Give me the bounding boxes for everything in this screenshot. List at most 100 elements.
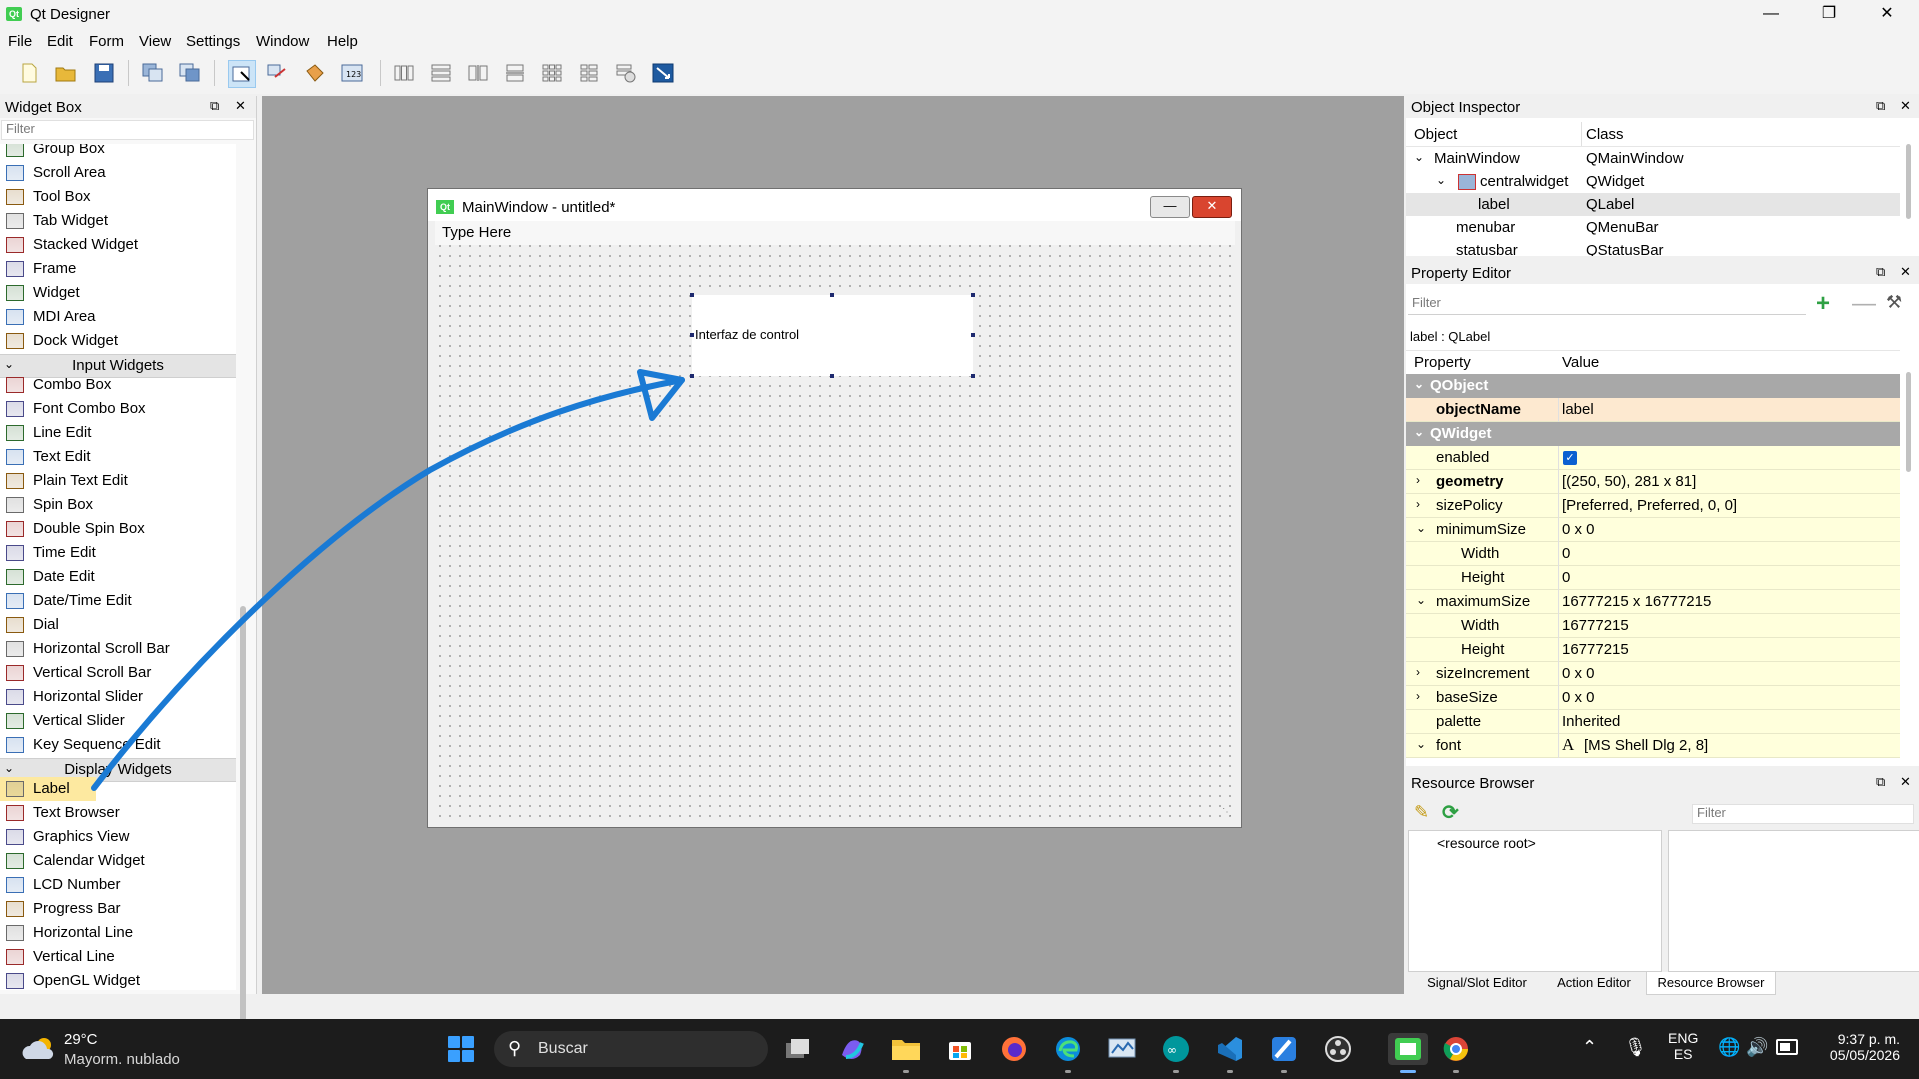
monitor-app-icon[interactable] bbox=[1106, 1033, 1138, 1065]
task-view-icon[interactable] bbox=[782, 1033, 814, 1065]
object-tree-row[interactable]: menubar QMenuBar bbox=[1406, 216, 1900, 239]
configure-wrench-icon[interactable]: ⚒ bbox=[1886, 292, 1902, 313]
obs-icon[interactable] bbox=[1322, 1033, 1354, 1065]
menu-form[interactable]: Form bbox=[89, 33, 124, 50]
resource-file-list[interactable] bbox=[1668, 830, 1919, 972]
widget-box-item[interactable]: Widget bbox=[0, 281, 236, 305]
chevron-down-icon[interactable]: ⌄ bbox=[1416, 593, 1426, 607]
edit-tab-order-icon[interactable]: 123 bbox=[339, 60, 365, 86]
widget-box-item[interactable]: Date Edit bbox=[0, 565, 236, 589]
resize-handle[interactable] bbox=[830, 293, 834, 297]
chevron-down-icon[interactable]: ⌄ bbox=[1414, 150, 1424, 164]
widget-box-item[interactable]: MDI Area bbox=[0, 305, 236, 329]
property-row[interactable]: ⌄ minimumSize 0 x 0 bbox=[1406, 518, 1900, 542]
property-row[interactable]: palette Inherited bbox=[1406, 710, 1900, 734]
bring-to-front-icon[interactable] bbox=[177, 60, 203, 86]
widget-box-item[interactable]: Vertical Slider bbox=[0, 709, 236, 733]
new-file-icon[interactable] bbox=[16, 60, 42, 86]
layout-form-icon[interactable] bbox=[576, 60, 602, 86]
property-row[interactable]: › sizePolicy [Preferred, Preferred, 0, 0] bbox=[1406, 494, 1900, 518]
taskbar-search-box[interactable]: ⚲ Buscar bbox=[494, 1031, 768, 1067]
vscode-icon[interactable] bbox=[1214, 1033, 1246, 1073]
widget-box-item[interactable]: Text Browser bbox=[0, 801, 236, 825]
widget-box-filter-input[interactable]: Filter bbox=[1, 120, 254, 140]
widget-box-item[interactable]: Plain Text Edit bbox=[0, 469, 236, 493]
close-icon[interactable]: ✕ bbox=[1900, 774, 1911, 790]
widget-box-item[interactable]: Label bbox=[0, 777, 96, 801]
edge-icon[interactable] bbox=[1052, 1033, 1084, 1073]
firefox-icon[interactable] bbox=[998, 1033, 1030, 1065]
object-tree-row[interactable]: statusbar QStatusBar bbox=[1406, 239, 1900, 256]
resource-root-item[interactable]: <resource root> bbox=[1437, 835, 1536, 851]
property-row[interactable]: › baseSize 0 x 0 bbox=[1406, 686, 1900, 710]
network-globe-icon[interactable]: 🌐 bbox=[1718, 1037, 1740, 1058]
property-filter-input[interactable]: Filter bbox=[1408, 295, 1806, 315]
volume-speaker-icon[interactable]: 🔊 bbox=[1746, 1037, 1768, 1058]
copilot-icon[interactable] bbox=[836, 1033, 868, 1065]
qt-designer-taskbar-icon[interactable] bbox=[1388, 1033, 1428, 1073]
widget-box-item[interactable]: Font Combo Box bbox=[0, 397, 236, 421]
menu-view[interactable]: View bbox=[139, 33, 171, 50]
property-value[interactable]: 0 x 0 bbox=[1562, 689, 1595, 706]
column-header-class[interactable]: Class bbox=[1586, 126, 1624, 143]
chevron-right-icon[interactable]: › bbox=[1416, 689, 1420, 703]
send-to-back-icon[interactable] bbox=[140, 60, 166, 86]
chevron-right-icon[interactable]: › bbox=[1416, 497, 1420, 511]
microphone-icon[interactable]: 🎙 bbox=[1624, 1037, 1647, 1058]
property-value[interactable]: 16777215 bbox=[1562, 641, 1629, 658]
widget-box-item[interactable]: LCD Number bbox=[0, 873, 236, 897]
column-header-property[interactable]: Property bbox=[1414, 354, 1471, 371]
enabled-checkbox[interactable]: ✓ bbox=[1563, 451, 1577, 465]
form-minimize-button[interactable]: — bbox=[1150, 196, 1190, 218]
resize-handle[interactable] bbox=[830, 374, 834, 378]
property-row[interactable]: Width 0 bbox=[1406, 542, 1900, 566]
property-row[interactable]: › geometry [(250, 50), 281 x 81] bbox=[1406, 470, 1900, 494]
reload-icon[interactable]: ⟳ bbox=[1442, 800, 1459, 825]
widget-box-item[interactable]: Progress Bar bbox=[0, 897, 236, 921]
widget-box-item[interactable]: Double Spin Box bbox=[0, 517, 236, 541]
open-folder-icon[interactable] bbox=[53, 60, 79, 86]
close-icon[interactable]: ✕ bbox=[1900, 98, 1911, 114]
resource-filter-input[interactable]: Filter bbox=[1692, 804, 1914, 824]
property-row[interactable]: enabled ✓ bbox=[1406, 446, 1900, 470]
layout-grid-icon[interactable] bbox=[539, 60, 565, 86]
property-row[interactable]: ⌄ font A [MS Shell Dlg 2, 8] bbox=[1406, 734, 1900, 758]
property-row[interactable]: objectName label bbox=[1406, 398, 1900, 422]
layout-vertical-icon[interactable] bbox=[428, 60, 454, 86]
widget-box-item[interactable]: Text Edit bbox=[0, 445, 236, 469]
size-grip-icon[interactable]: ⋱ bbox=[1222, 807, 1232, 818]
float-icon[interactable]: ⧉ bbox=[1876, 264, 1885, 280]
tab-resource-browser[interactable]: Resource Browser bbox=[1646, 972, 1776, 995]
property-row[interactable]: ⌄ maximumSize 16777215 x 16777215 bbox=[1406, 590, 1900, 614]
resize-handle[interactable] bbox=[690, 374, 694, 378]
widget-box-item[interactable]: Line Edit bbox=[0, 421, 236, 445]
property-value[interactable]: 0 bbox=[1562, 569, 1570, 586]
resize-handle[interactable] bbox=[971, 293, 975, 297]
float-icon[interactable]: ⧉ bbox=[1876, 98, 1885, 114]
edit-widgets-icon[interactable] bbox=[228, 60, 256, 88]
property-row[interactable]: › sizeIncrement 0 x 0 bbox=[1406, 662, 1900, 686]
clock[interactable]: 9:37 p. m. 05/05/2026 bbox=[1800, 1031, 1900, 1063]
type-here-menu-placeholder[interactable]: Type Here bbox=[442, 224, 511, 241]
battery-icon[interactable] bbox=[1776, 1039, 1798, 1055]
layout-v-splitter-icon[interactable] bbox=[502, 60, 528, 86]
property-value[interactable]: [Preferred, Preferred, 0, 0] bbox=[1562, 497, 1737, 514]
chevron-right-icon[interactable]: › bbox=[1416, 665, 1420, 679]
chevron-down-icon[interactable]: ⌄ bbox=[1436, 173, 1446, 187]
edit-signals-slots-icon[interactable] bbox=[265, 60, 291, 86]
remove-dynamic-property-icon[interactable]: — bbox=[1852, 292, 1876, 316]
close-button[interactable]: ✕ bbox=[1858, 0, 1916, 30]
chevron-right-icon[interactable]: › bbox=[1416, 473, 1420, 487]
widget-box-item[interactable]: Horizontal Scroll Bar bbox=[0, 637, 236, 661]
resource-tree[interactable]: <resource root> bbox=[1408, 830, 1662, 972]
widget-box-item[interactable]: Dial bbox=[0, 613, 236, 637]
chevron-down-icon[interactable]: ⌄ bbox=[1416, 737, 1426, 751]
tab-signal-slot-editor[interactable]: Signal/Slot Editor bbox=[1414, 972, 1540, 994]
property-value[interactable]: 0 bbox=[1562, 545, 1570, 562]
property-value[interactable]: 0 x 0 bbox=[1562, 521, 1595, 538]
restore-button[interactable]: ❐ bbox=[1800, 0, 1858, 30]
show-hidden-icons-chevron-up-icon[interactable]: ⌃ bbox=[1582, 1037, 1597, 1058]
arduino-icon[interactable]: ∞ bbox=[1160, 1033, 1192, 1073]
chevron-down-icon[interactable]: ⌄ bbox=[1414, 425, 1424, 439]
resize-handle[interactable] bbox=[971, 374, 975, 378]
